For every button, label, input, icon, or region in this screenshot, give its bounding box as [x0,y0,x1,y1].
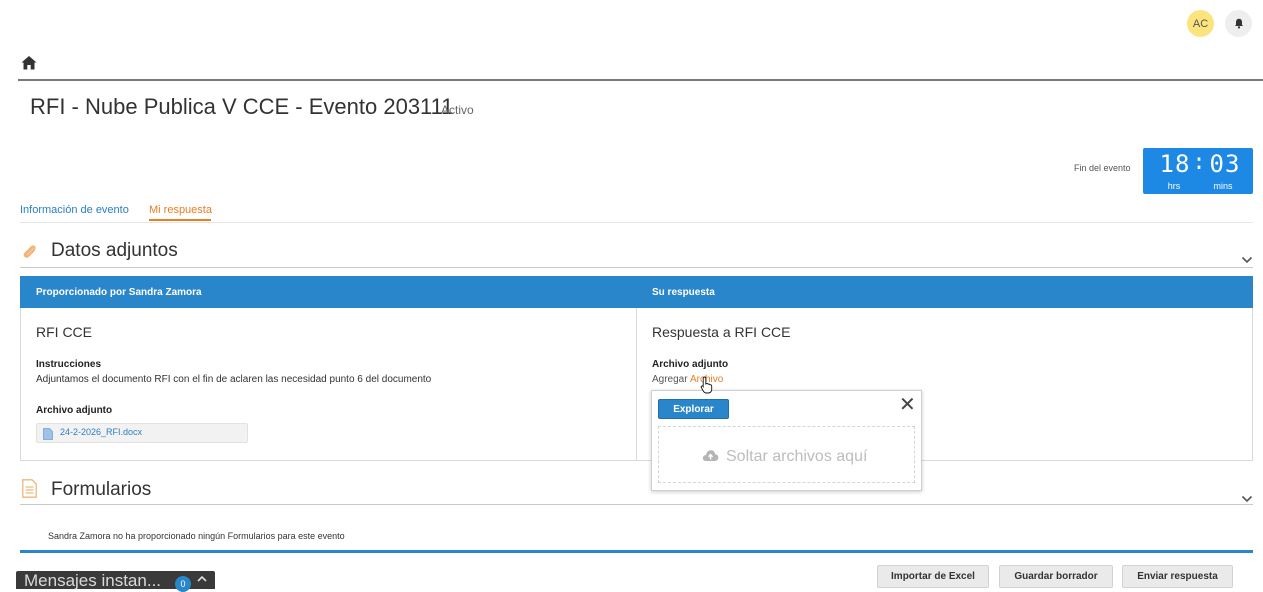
home-icon [21,56,37,70]
tab-my-response[interactable]: Mi respuesta [149,204,212,216]
timer-hours: 18 [1159,150,1191,178]
instant-messages-label[interactable]: Mensajes instan... [24,571,161,591]
column-header-provided: Proporcionado por Sandra Zamora [36,287,202,298]
timer-minutes-label: mins [1213,181,1233,191]
chevron-down-icon [1241,495,1253,503]
timer-hours-label: hrs [1167,181,1181,191]
save-draft-button[interactable]: Guardar borrador [999,565,1113,588]
section-divider [20,504,1253,505]
import-excel-button[interactable]: Importar de Excel [877,565,989,588]
section-divider [20,267,1253,268]
header-divider [18,79,1263,81]
response-doc-name: Respuesta a RFI CCE [652,324,791,340]
add-file-prefix: Agregar [652,374,688,385]
active-tab-indicator [149,219,211,221]
document-lines-icon [22,479,37,503]
forms-collapse-toggle[interactable] [1241,490,1253,508]
tabs-divider [20,222,1253,223]
cloud-upload-icon [702,449,719,462]
avatar[interactable]: AC [1187,10,1214,37]
chevron-down-icon [1241,256,1253,264]
status-badge: Activo [441,103,474,117]
attachments-table-header [20,276,1253,308]
instructions-text: Adjuntamos el documento RFI con el fin d… [36,374,432,385]
column-divider [636,308,637,461]
bell-button[interactable] [1225,10,1252,37]
messages-count-badge: 0 [175,576,191,592]
timer-label: Fin del evento [1074,163,1131,173]
close-icon[interactable]: ✕ [899,392,916,417]
hand-cursor-icon [700,376,714,394]
section-title-attachments: Datos adjuntos [51,240,178,261]
submit-response-button[interactable]: Enviar respuesta [1122,565,1233,588]
section-title-forms: Formularios [51,479,152,500]
dropzone-text: Soltar archivos aquí [726,448,868,465]
provided-doc-name: RFI CCE [36,324,92,340]
response-attachment-label: Archivo adjunto [652,359,729,370]
chevron-up-icon[interactable] [197,573,207,585]
attachments-collapse-toggle[interactable] [1241,251,1253,269]
paperclip-icon [21,243,39,266]
instructions-label: Instrucciones [36,359,102,370]
forms-bottom-rule [20,550,1253,553]
forms-empty-message: Sandra Zamora no ha proporcionado ningún… [48,531,345,541]
browse-button[interactable]: Explorar [658,399,729,419]
column-header-response: Su respuesta [652,287,715,298]
bell-icon [1234,18,1243,29]
timer-minutes: 03 [1209,150,1241,178]
home-button[interactable] [20,54,38,72]
provided-attachment-label: Archivo adjunto [36,405,113,416]
attachment-file-link[interactable]: 24-2-2026_RFI.docx [60,427,142,437]
document-icon [43,427,53,440]
page-title: RFI - Nube Publica V CCE - Evento 203111 [30,94,454,119]
tab-event-info[interactable]: Información de evento [20,204,129,216]
